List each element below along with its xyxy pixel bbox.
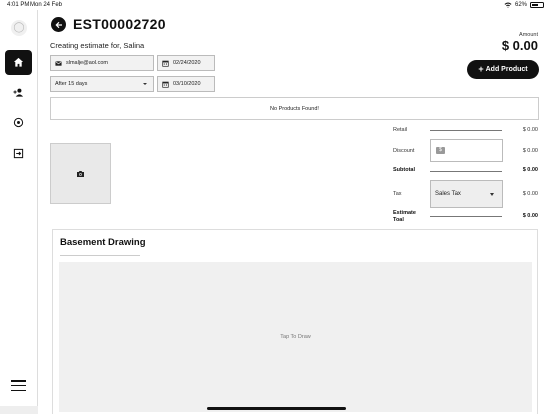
photo-upload-button[interactable]: [50, 143, 111, 204]
discount-input[interactable]: $: [430, 139, 503, 162]
drawing-title-underline: [60, 255, 140, 256]
drawing-placeholder: Tap To Draw: [280, 334, 311, 340]
email-field[interactable]: slmalje@aol.com: [50, 55, 154, 71]
wifi-icon: [504, 2, 512, 8]
total-label-line1: Estimate: [393, 210, 416, 216]
sidebar-item-export[interactable]: [5, 141, 32, 166]
caret-down-icon: [490, 193, 494, 196]
date-field[interactable]: 02/24/2020: [157, 55, 215, 71]
due-date-value: 03/10/2020: [173, 81, 201, 87]
add-user-icon: [13, 88, 24, 97]
tax-select-value: Sales Tax: [435, 191, 461, 197]
discount-value: $ 0.00: [522, 148, 538, 154]
home-indicator[interactable]: [207, 407, 346, 410]
retail-value: $ 0.00: [522, 127, 538, 133]
total-value: $ 0.00: [522, 213, 538, 219]
calendar-icon: [162, 81, 169, 88]
dollar-icon: $: [436, 147, 445, 154]
camera-icon: [77, 170, 84, 177]
total-line: [430, 216, 502, 217]
sidebar: ◯: [0, 10, 38, 414]
subtotal-line: [430, 171, 502, 172]
tax-label: Tax: [393, 191, 402, 197]
subtotal-label: Subtotal: [393, 167, 415, 173]
subtotal-value: $ 0.00: [522, 167, 538, 173]
total-label-line2: Toal: [393, 217, 404, 223]
retail-label: Retail: [393, 127, 408, 133]
products-list: No Products Found!: [50, 97, 539, 120]
user-avatar-icon: ◯: [11, 20, 27, 36]
sidebar-item-history[interactable]: [5, 110, 32, 135]
battery-icon: [530, 2, 544, 8]
drawing-card: Basement Drawing Tap To Draw: [52, 229, 538, 414]
mail-icon: [55, 60, 62, 66]
tax-value: $ 0.00: [522, 191, 538, 197]
page-subtitle: Creating estimate for, Salina: [50, 41, 145, 50]
calendar-icon: [162, 60, 169, 67]
products-empty-message: No Products Found!: [270, 105, 319, 112]
due-date-field[interactable]: 03/10/2020: [157, 76, 215, 92]
arrow-left-icon: [54, 21, 62, 28]
hamburger-menu-icon[interactable]: [11, 380, 26, 391]
status-date: Mon 24 Feb: [30, 2, 63, 8]
history-icon: [13, 117, 24, 128]
date-value: 02/24/2020: [173, 60, 201, 66]
amount-value: $ 0.00: [501, 38, 538, 53]
back-button[interactable]: [51, 17, 66, 32]
status-right: 62%: [504, 2, 544, 8]
drawing-canvas[interactable]: Tap To Draw: [59, 262, 532, 412]
home-icon: [13, 57, 24, 67]
plus-icon: +: [478, 64, 484, 74]
discount-label: Discount: [393, 148, 415, 154]
add-product-label: Add Product: [485, 66, 528, 73]
battery-percent: 62%: [514, 2, 527, 8]
retail-line: [430, 130, 502, 131]
drawing-title: Basement Drawing: [60, 237, 146, 248]
export-icon: [13, 148, 24, 159]
sidebar-item-home[interactable]: [5, 50, 32, 75]
tax-select[interactable]: Sales Tax: [430, 180, 503, 208]
add-product-button[interactable]: + Add Product: [467, 60, 539, 79]
sidebar-item-add-customer[interactable]: [5, 80, 32, 105]
caret-down-icon: [143, 83, 147, 85]
page-title: EST00002720: [73, 16, 166, 32]
email-value: slmalje@aol.com: [66, 60, 108, 66]
terms-select[interactable]: After 15 days: [50, 76, 154, 92]
terms-value: After 15 days: [55, 81, 88, 87]
sidebar-footer: [0, 406, 38, 414]
status-time: 4:01 PM: [7, 2, 30, 8]
status-bar: 4:01 PM Mon 24 Feb 62%: [0, 0, 552, 10]
